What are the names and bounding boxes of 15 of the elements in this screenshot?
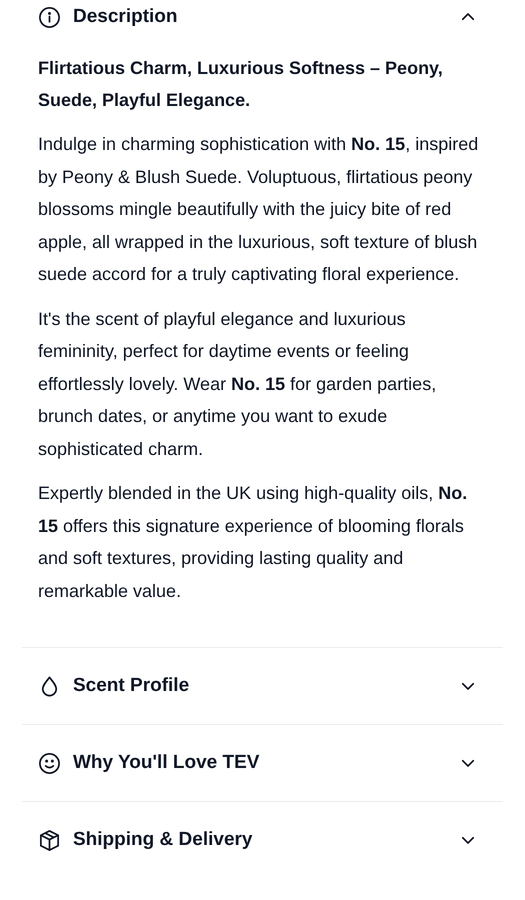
section-title: Shipping & Delivery [73, 829, 254, 851]
smiley-icon [38, 752, 61, 774]
description-paragraph: Expertly blended in the UK using high-quality oils, No. 15 offers this signature experience of blooming florals and soft textures, providing lasting quality and remarkable value. [38, 482, 468, 602]
accordion-header[interactable]: Description [22, 0, 503, 34]
info-icon [38, 6, 61, 28]
box-icon [38, 828, 61, 852]
section-title: Why You'll Love TEV [73, 752, 260, 774]
accordion-header[interactable]: Shipping & Delivery [22, 802, 503, 878]
description-headline: Flirtatious Charm, Luxurious Softness – Peony, Suede, Playful Elegance. [38, 57, 444, 112]
section-title: Scent Profile [73, 675, 190, 697]
accordion-header[interactable]: Scent Profile [22, 648, 503, 724]
description-paragraph: It's the scent of playful elegance and luxurious femininity, perfect for daytime events or feeling effortlessly lovely. Wear No. 15 for garden parties, brunch dates, or anytime you want to exude sophisticated charm. [38, 308, 438, 461]
accordion-header[interactable]: Why You'll Love TEV [22, 725, 503, 801]
section-title: Description [73, 6, 179, 28]
description-paragraph: Indulge in charming sophistication with No. 15, inspired by Peony & Blush Suede. Voluptuous, flirtatious peony blossoms mingle beautifully with the juicy bite of red apple, all wrapped in the luxurious, soft texture of blush suede accord for a truly captivating floral experience. [38, 133, 480, 286]
